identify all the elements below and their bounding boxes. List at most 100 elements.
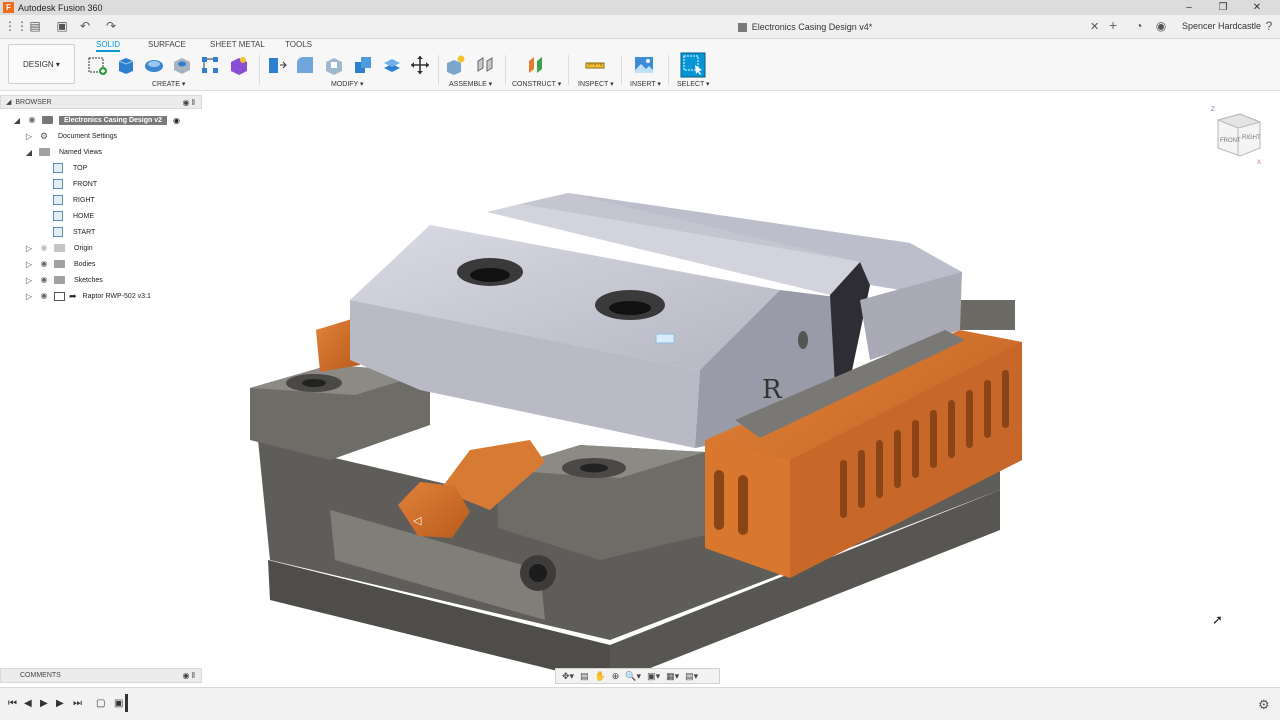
tree-item-named-views[interactable]: ◢ Named Views: [24, 145, 102, 159]
view-cube[interactable]: FRONT RIGHT Z X: [1210, 106, 1265, 166]
offset-face-icon[interactable]: [381, 54, 403, 76]
create-menu[interactable]: CREATE ▾: [152, 80, 185, 88]
maximize-icon[interactable]: ❐: [1206, 2, 1240, 13]
redo-icon[interactable]: ↷: [104, 19, 118, 33]
save-icon[interactable]: ▣: [55, 19, 69, 33]
timeline-settings-icon[interactable]: ⚙: [1258, 697, 1270, 713]
minimize-icon[interactable]: –: [1172, 2, 1206, 13]
visibility-eye-icon[interactable]: ◉: [39, 276, 49, 284]
create-sketch-icon[interactable]: [87, 54, 109, 76]
orbit-icon[interactable]: ✥▾: [562, 671, 574, 682]
tab-solid[interactable]: SOLID: [96, 40, 121, 52]
job-status-icon[interactable]: ◔: [1132, 19, 1146, 33]
tab-tools[interactable]: TOOLS: [285, 40, 312, 49]
grid-menu-icon[interactable]: ⋮⋮: [4, 19, 28, 33]
tree-item-view-top[interactable]: TOP: [53, 161, 87, 175]
add-comment-icon[interactable]: ◉ ‖: [182, 671, 195, 680]
select-icon[interactable]: [680, 52, 706, 78]
fit-icon[interactable]: 🔍▾: [625, 671, 641, 682]
close-tab-icon[interactable]: ✕: [1090, 20, 1099, 33]
comments-panel[interactable]: COMMENTS ◉ ‖: [0, 668, 202, 683]
joint-icon[interactable]: [474, 54, 496, 76]
tree-item-sketches[interactable]: ▷ ◉ Sketches: [24, 273, 103, 287]
revolve-icon[interactable]: [143, 54, 165, 76]
document-tab[interactable]: Electronics Casing Design v4*: [500, 15, 1110, 39]
look-at-icon[interactable]: ▤: [580, 671, 589, 682]
zoom-icon[interactable]: ⊕: [612, 671, 620, 682]
collapse-toggle-icon[interactable]: ◢: [24, 148, 34, 157]
step-back-icon[interactable]: ◀: [24, 698, 32, 709]
expand-toggle-icon[interactable]: ◢: [12, 116, 22, 125]
vise-model[interactable]: R L: [205, 91, 1280, 687]
tree-item-view-front[interactable]: FRONT: [53, 177, 97, 191]
canvas-viewport[interactable]: R L: [205, 91, 1280, 687]
tab-surface[interactable]: SURFACE: [148, 40, 186, 49]
browser-title: BROWSER: [15, 98, 52, 106]
tree-item-view-right[interactable]: RIGHT: [53, 193, 95, 207]
form-icon[interactable]: [228, 54, 250, 76]
go-to-start-icon[interactable]: ⏮: [8, 698, 17, 709]
expand-toggle-icon[interactable]: ▷: [24, 132, 34, 141]
offset-plane-icon[interactable]: [525, 54, 547, 76]
visibility-eye-icon[interactable]: ◉: [39, 292, 49, 300]
tree-item-origin[interactable]: ▷ ◉ Origin: [24, 241, 93, 255]
annotation-marker[interactable]: [655, 333, 675, 344]
help-icon[interactable]: ?: [1262, 19, 1276, 33]
workspace-switcher[interactable]: DESIGN ▾: [8, 44, 75, 84]
inspect-menu[interactable]: INSPECT ▾: [578, 80, 614, 88]
viewcube-front-label[interactable]: FRONT: [1220, 138, 1241, 144]
close-window-icon[interactable]: ✕: [1240, 2, 1274, 13]
visibility-eye-icon[interactable]: ◉: [39, 260, 49, 268]
hole-icon[interactable]: [171, 54, 193, 76]
fillet-icon[interactable]: [294, 54, 316, 76]
expand-toggle-icon[interactable]: ▷: [24, 260, 34, 269]
modify-menu[interactable]: MODIFY ▾: [331, 80, 364, 88]
named-view-icon: [53, 179, 63, 189]
tree-item-component[interactable]: ▷ ◉ ➦ Raptor RWP-502 v3:1: [24, 289, 151, 303]
go-to-end-icon[interactable]: ⏭: [73, 698, 82, 709]
tab-sheet-metal[interactable]: SHEET METAL: [210, 40, 265, 49]
pin-icon[interactable]: ◉ ‖: [182, 98, 195, 107]
timeline-feature-icon[interactable]: ▣: [114, 698, 123, 709]
move-icon[interactable]: [409, 54, 431, 76]
combine-icon[interactable]: [352, 54, 374, 76]
tree-item-document-settings[interactable]: ▷ ⚙ Document Settings: [24, 129, 117, 143]
construct-menu[interactable]: CONSTRUCT ▾: [512, 80, 561, 88]
collapse-arrow-icon[interactable]: ◢: [6, 98, 11, 106]
expand-toggle-icon[interactable]: ▷: [24, 276, 34, 285]
extrude-icon[interactable]: [115, 54, 137, 76]
activate-radio-icon[interactable]: ◉: [173, 116, 180, 125]
viewports-icon[interactable]: ▤▾: [685, 671, 698, 682]
tree-root[interactable]: ◢ ◉ Electronics Casing Design v2 ◉: [12, 113, 180, 127]
timeline-marker[interactable]: [125, 694, 128, 712]
insert-image-icon[interactable]: [633, 54, 655, 76]
expand-toggle-icon[interactable]: ▷: [24, 244, 34, 253]
pan-icon[interactable]: ✋: [595, 671, 606, 682]
expand-toggle-icon[interactable]: ▷: [24, 292, 34, 301]
visibility-eye-icon[interactable]: ◉: [27, 116, 37, 124]
grid-settings-icon[interactable]: ▦▾: [666, 671, 679, 682]
new-component-icon[interactable]: [444, 54, 466, 76]
step-forward-icon[interactable]: ▶: [56, 698, 64, 709]
visibility-eye-icon[interactable]: ◉: [39, 244, 49, 252]
timeline-feature-icon[interactable]: ▢: [96, 698, 105, 709]
tree-item-view-start[interactable]: START: [53, 225, 95, 239]
display-settings-icon[interactable]: ▣▾: [647, 671, 660, 682]
pattern-icon[interactable]: [199, 54, 221, 76]
viewcube-right-label[interactable]: RIGHT: [1242, 135, 1261, 141]
undo-icon[interactable]: ↶: [78, 19, 92, 33]
browser-header[interactable]: ◢ BROWSER ◉ ‖: [0, 95, 202, 109]
new-tab-icon[interactable]: +: [1109, 17, 1125, 35]
file-menu-icon[interactable]: ▤: [28, 19, 42, 33]
shell-icon[interactable]: [323, 54, 345, 76]
press-pull-icon[interactable]: [265, 54, 287, 76]
notifications-icon[interactable]: ◉: [1154, 19, 1168, 33]
tree-item-bodies[interactable]: ▷ ◉ Bodies: [24, 257, 95, 271]
assemble-menu[interactable]: ASSEMBLE ▾: [449, 80, 492, 88]
insert-menu[interactable]: INSERT ▾: [630, 80, 661, 88]
play-icon[interactable]: ▶: [40, 698, 48, 709]
select-menu[interactable]: SELECT ▾: [677, 80, 710, 88]
measure-icon[interactable]: [584, 54, 606, 76]
user-name[interactable]: Spencer Hardcastle: [1182, 21, 1261, 31]
tree-item-view-home[interactable]: HOME: [53, 209, 94, 223]
